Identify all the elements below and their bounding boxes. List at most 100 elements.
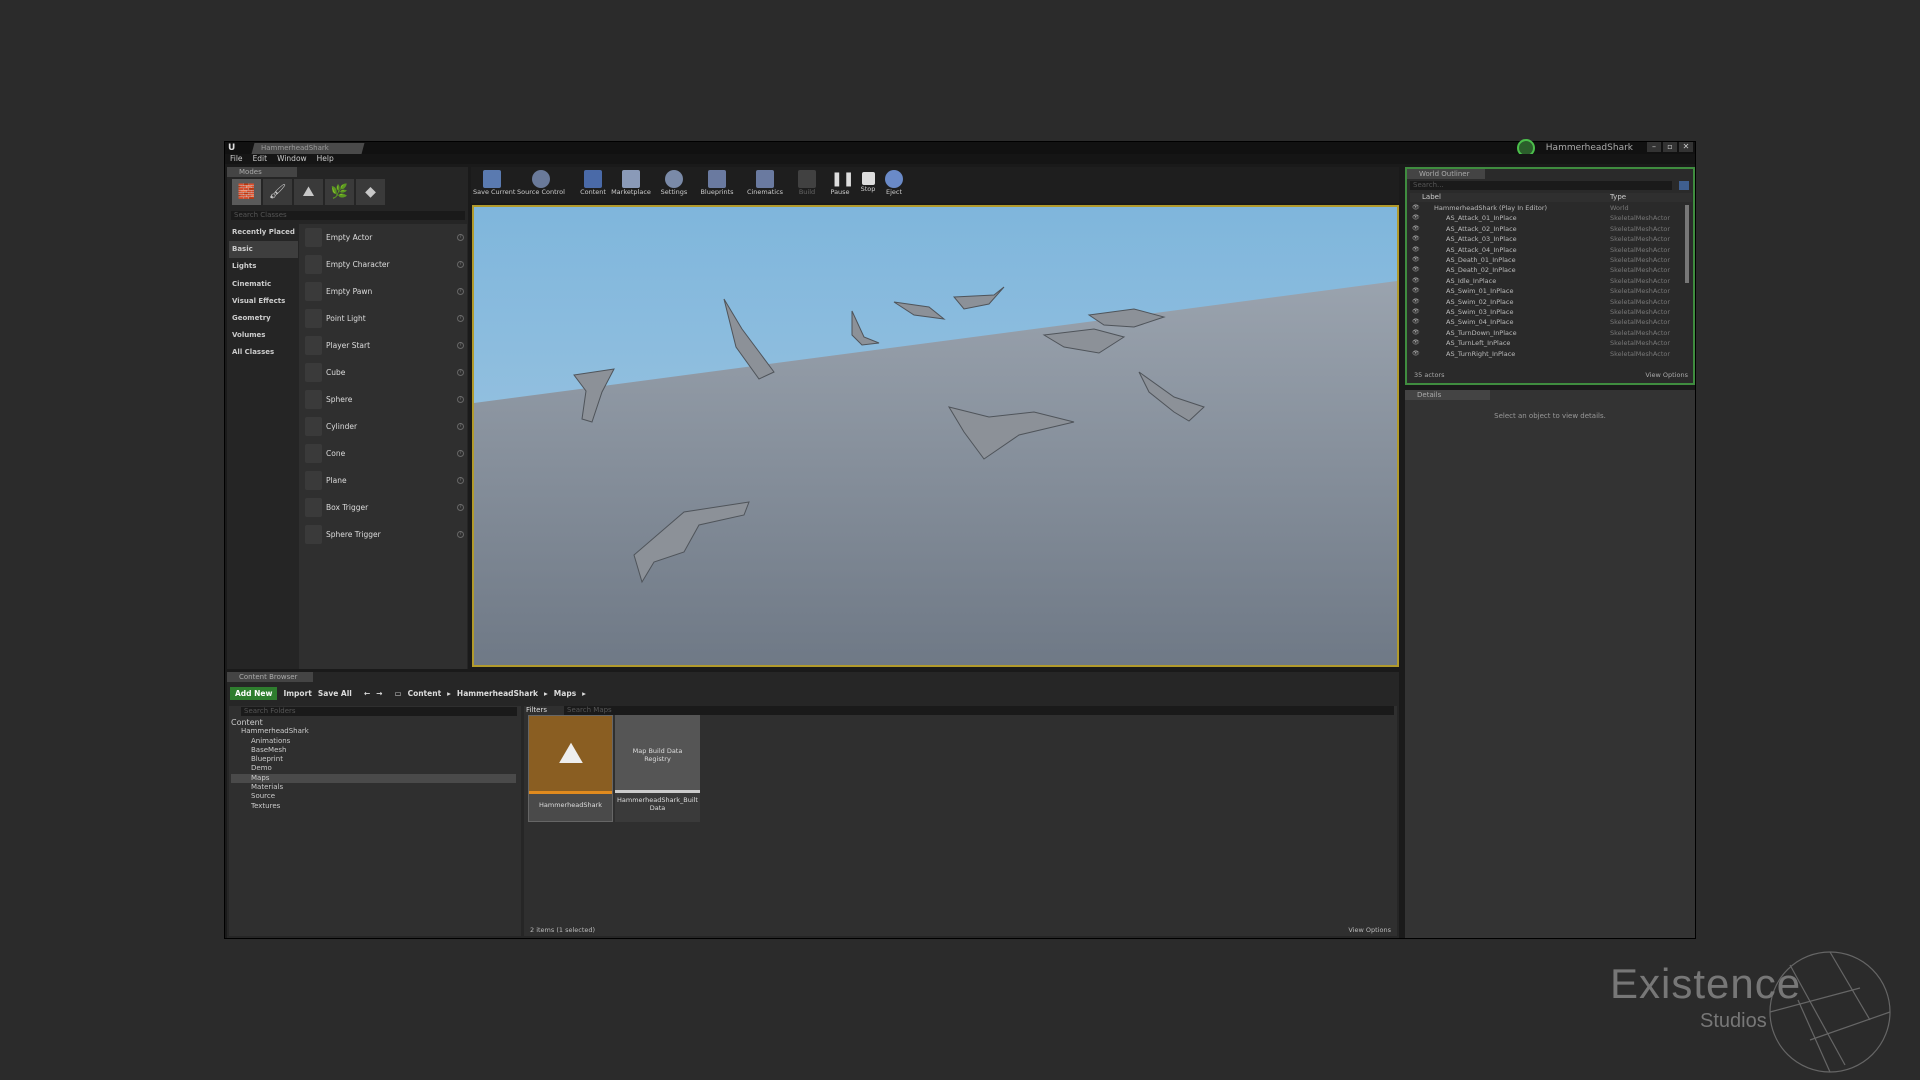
visibility-eye-icon[interactable]: 👁 — [1412, 317, 1420, 327]
visibility-eye-icon[interactable]: 👁 — [1412, 203, 1420, 213]
class-item[interactable]: Player Start? — [302, 334, 464, 358]
help-icon[interactable]: ? — [457, 423, 464, 430]
class-item[interactable]: Sphere Trigger? — [302, 523, 464, 547]
tree-item-materials[interactable]: Materials — [231, 783, 516, 792]
outliner-row[interactable]: 👁 AS_Death_01_InPlace SkeletalMeshActor — [1410, 255, 1685, 265]
help-icon[interactable]: ? — [457, 477, 464, 484]
paint-mode-icon[interactable]: 🖌 — [263, 179, 292, 205]
outliner-row[interactable]: 👁 AS_Swim_01_InPlace SkeletalMeshActor — [1410, 286, 1685, 296]
pause-button[interactable]: ❚❚ Pause — [827, 167, 854, 201]
outliner-row[interactable]: 👁 AS_TurnLeft_InPlace SkeletalMeshActor — [1410, 338, 1685, 348]
help-icon[interactable]: ? — [457, 261, 464, 268]
help-icon[interactable]: ? — [457, 531, 464, 538]
build-button[interactable]: Build — [795, 167, 819, 201]
category-geometry[interactable]: Geometry — [229, 310, 298, 327]
tree-item-source[interactable]: Source — [231, 792, 516, 801]
tree-item-animations[interactable]: Animations — [231, 737, 516, 746]
outliner-row[interactable]: 👁 AS_TurnDown_InPlace SkeletalMeshActor — [1410, 328, 1685, 338]
asset-tile[interactable]: Map Build Data Registry HammerheadShark_… — [615, 715, 700, 822]
outliner-row[interactable]: 👁 AS_Attack_02_InPlace SkeletalMeshActor — [1410, 224, 1685, 234]
level-tab[interactable]: HammerheadShark — [251, 143, 365, 154]
category-lights[interactable]: Lights — [229, 258, 298, 275]
level-viewport[interactable] — [472, 205, 1399, 667]
geometry-mode-icon[interactable]: ◆ — [356, 179, 385, 205]
foliage-mode-icon[interactable]: 🌿 — [325, 179, 354, 205]
blueprints-button[interactable]: Blueprints — [699, 167, 735, 201]
visibility-eye-icon[interactable]: 👁 — [1412, 328, 1420, 338]
close-button[interactable]: ✕ — [1679, 142, 1693, 152]
category-cinematic[interactable]: Cinematic — [229, 276, 298, 293]
category-volumes[interactable]: Volumes — [229, 327, 298, 344]
class-item[interactable]: Empty Pawn? — [302, 280, 464, 304]
eject-button[interactable]: Eject — [883, 167, 905, 201]
visibility-eye-icon[interactable]: 👁 — [1412, 349, 1420, 359]
outliner-row[interactable]: 👁 AS_Death_02_InPlace SkeletalMeshActor — [1410, 265, 1685, 275]
visibility-eye-icon[interactable]: 👁 — [1412, 276, 1420, 286]
class-item[interactable]: Cylinder? — [302, 415, 464, 439]
asset-view-options[interactable]: View Options — [1348, 926, 1391, 934]
outliner-row[interactable]: 👁 HammerheadShark (Play In Editor) World — [1410, 203, 1685, 213]
category-all-classes[interactable]: All Classes — [229, 344, 298, 361]
tree-item-textures[interactable]: Textures — [231, 802, 516, 811]
minimize-button[interactable]: – — [1647, 142, 1661, 152]
visibility-eye-icon[interactable]: 👁 — [1412, 297, 1420, 307]
class-item[interactable]: Cone? — [302, 442, 464, 466]
outliner-row[interactable]: 👁 AS_TurnRight_InPlace SkeletalMeshActor — [1410, 349, 1685, 359]
search-folders-input[interactable]: Search Folders — [241, 707, 517, 716]
class-item[interactable]: Sphere? — [302, 388, 464, 412]
visibility-eye-icon[interactable]: 👁 — [1412, 307, 1420, 317]
outliner-row[interactable]: 👁 AS_Swim_02_InPlace SkeletalMeshActor — [1410, 297, 1685, 307]
label-column-header[interactable]: Label — [1422, 193, 1441, 202]
class-item[interactable]: Point Light? — [302, 307, 464, 331]
visibility-eye-icon[interactable]: 👁 — [1412, 245, 1420, 255]
breadcrumb-hammerheadshark[interactable]: HammerheadShark — [457, 689, 538, 698]
menu-help[interactable]: Help — [317, 154, 334, 164]
class-item[interactable]: Plane? — [302, 469, 464, 493]
visibility-eye-icon[interactable]: 👁 — [1412, 234, 1420, 244]
history-back-icon[interactable]: ← — [364, 689, 370, 698]
help-icon[interactable]: ? — [457, 369, 464, 376]
help-icon[interactable]: ? — [457, 342, 464, 349]
visibility-eye-icon[interactable]: 👁 — [1412, 265, 1420, 275]
outliner-row[interactable]: 👁 AS_Attack_01_InPlace SkeletalMeshActor — [1410, 213, 1685, 223]
stop-button[interactable]: Stop — [857, 167, 879, 201]
class-item[interactable]: Box Trigger? — [302, 496, 464, 520]
history-forward-icon[interactable]: → — [376, 689, 382, 698]
class-item[interactable]: Empty Actor? — [302, 226, 464, 250]
details-tab[interactable]: Details — [1405, 390, 1490, 400]
save-current-button[interactable]: Save Current — [473, 167, 515, 201]
settings-button[interactable]: Settings — [659, 167, 689, 201]
help-icon[interactable]: ? — [457, 234, 464, 241]
category-basic[interactable]: Basic — [229, 241, 298, 259]
visibility-eye-icon[interactable]: 👁 — [1412, 255, 1420, 265]
modes-tab[interactable]: Modes — [227, 167, 297, 177]
visibility-eye-icon[interactable]: 👁 — [1412, 338, 1420, 348]
help-icon[interactable]: ? — [457, 504, 464, 511]
tree-item-demo[interactable]: Demo — [231, 764, 516, 773]
save-all-button[interactable]: Save All — [318, 689, 352, 698]
help-icon[interactable]: ? — [457, 450, 464, 457]
outliner-row[interactable]: 👁 AS_Attack_04_InPlace SkeletalMeshActor — [1410, 245, 1685, 255]
class-item[interactable]: Empty Character? — [302, 253, 464, 277]
breadcrumb-maps[interactable]: Maps — [554, 689, 576, 698]
outliner-scrollbar[interactable] — [1685, 205, 1689, 283]
content-button[interactable]: Content — [579, 167, 607, 201]
menu-file[interactable]: File — [230, 154, 243, 164]
outliner-row[interactable]: 👁 AS_Attack_03_InPlace SkeletalMeshActor — [1410, 234, 1685, 244]
search-classes-input[interactable]: Search Classes — [231, 211, 465, 220]
marketplace-button[interactable]: Marketplace — [611, 167, 651, 201]
visibility-eye-icon[interactable]: 👁 — [1412, 224, 1420, 234]
cinematics-button[interactable]: Cinematics — [745, 167, 785, 201]
source-control-button[interactable]: Source Control — [515, 167, 567, 201]
landscape-mode-icon[interactable]: ⛰ — [294, 179, 323, 205]
tree-item-maps[interactable]: Maps — [231, 773, 516, 784]
tree-item-blueprint[interactable]: Blueprint — [231, 755, 516, 764]
outliner-row[interactable]: 👁 AS_Swim_03_InPlace SkeletalMeshActor — [1410, 307, 1685, 317]
tree-item-basemesh[interactable]: BaseMesh — [231, 746, 516, 755]
world-outliner-tab[interactable]: World Outliner — [1407, 169, 1485, 179]
menu-edit[interactable]: Edit — [253, 154, 268, 164]
outliner-row[interactable]: 👁 AS_Swim_04_InPlace SkeletalMeshActor — [1410, 317, 1685, 327]
breadcrumb-content[interactable]: Content — [408, 689, 442, 698]
outliner-search-input[interactable]: Search... — [1410, 181, 1672, 190]
asset-tile[interactable]: ⛰ HammerheadShark — [528, 715, 613, 822]
